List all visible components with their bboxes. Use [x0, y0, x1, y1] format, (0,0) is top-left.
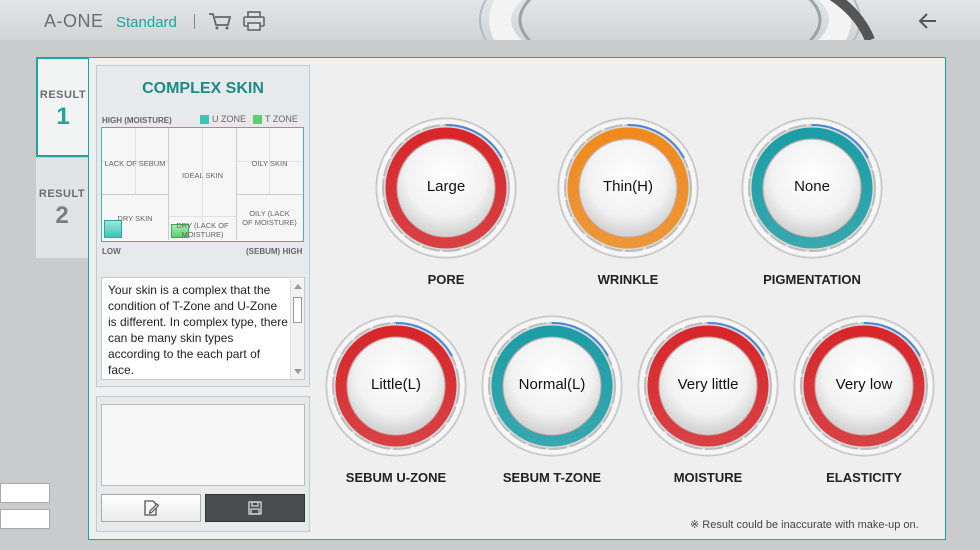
gauge-sebum-u-zone: Little(L): [324, 314, 468, 458]
tab-number: 1: [56, 103, 70, 130]
axis-label-top: HIGH (MOISTURE): [102, 116, 172, 125]
legend-label: U ZONE: [212, 114, 247, 124]
cell-ideal-skin: IDEAL SKIN: [182, 171, 223, 180]
header-divider: [194, 14, 195, 29]
tab-result-2[interactable]: RESULT 2: [36, 158, 88, 258]
cell-lack-of-sebum: LACK OF SEBUM: [104, 159, 166, 168]
makeup-disclaimer: ※ Result could be inaccurate with make-u…: [690, 519, 919, 531]
skin-description: Your skin is a complex that the conditio…: [108, 283, 288, 377]
side-input-1[interactable]: [0, 483, 50, 503]
device-graphic-icon: [479, 0, 875, 40]
brand-edition: Standard: [116, 14, 177, 31]
brand-name: A-ONE: [44, 11, 104, 31]
gauge-moisture: Very little: [636, 314, 780, 458]
save-icon: [248, 501, 262, 515]
save-memo-button[interactable]: [205, 494, 305, 522]
skin-type-title: COMPLEX SKIN: [142, 80, 264, 97]
gauge-value: Very little: [677, 376, 739, 393]
gauge-label-elasticity: ELASTICITY: [826, 470, 902, 485]
cell-oily-lack-line1: OILY (LACK: [249, 209, 290, 218]
tab-label: RESULT: [38, 188, 86, 200]
header-bar: A-ONE Standard: [0, 0, 980, 40]
gauge-sebum-t-zone: Normal(L): [480, 314, 624, 458]
legend-t-zone: T ZONE: [253, 114, 298, 124]
gauge-label-sebum-u-zone: SEBUM U-ZONE: [345, 470, 447, 485]
memo-input[interactable]: [101, 404, 305, 486]
skin-description-box[interactable]: Your skin is a complex that the conditio…: [101, 277, 305, 380]
gauge-value: None: [794, 178, 830, 195]
back-arrow-icon[interactable]: [918, 11, 938, 31]
skin-type-matrix: LACK OF SEBUM IDEAL SKIN OILY SKIN DRY S…: [101, 127, 304, 242]
gauge-label-pore: PORE: [427, 272, 465, 287]
edit-icon: [144, 500, 160, 516]
print-icon[interactable]: [242, 11, 266, 31]
legend-u-zone: U ZONE: [200, 114, 246, 124]
gauge-wrinkle: Thin(H): [556, 116, 700, 260]
axis-label-right: (SEBUM) HIGH: [246, 247, 303, 256]
cell-dry-lack-line1: DRY (LACK OF: [176, 221, 229, 230]
tab-result-1[interactable]: RESULT 1: [36, 57, 88, 157]
gauge-value: Normal(L): [518, 376, 586, 393]
cell-oily-skin: OILY SKIN: [251, 159, 288, 168]
side-input-2[interactable]: [0, 509, 50, 529]
gauge-value: Large: [426, 178, 466, 195]
cell-oily-lack-line2: OF MOISTURE): [242, 218, 297, 227]
gauge-pigmentation: None: [740, 116, 884, 260]
tab-number: 2: [55, 202, 69, 229]
gauge-elasticity: Very low: [792, 314, 936, 458]
description-scrollbar[interactable]: [290, 279, 304, 379]
edit-memo-button[interactable]: [101, 494, 201, 522]
gauge-value: Thin(H): [602, 178, 653, 195]
tab-label: RESULT: [39, 89, 87, 101]
gauge-label-sebum-t-zone: SEBUM T-ZONE: [502, 470, 602, 485]
cell-dry-skin: DRY SKIN: [117, 214, 153, 223]
axis-label-low: LOW: [102, 247, 121, 256]
gauge-pore: Large: [374, 116, 518, 260]
cart-icon[interactable]: [208, 12, 232, 30]
gauge-value: Very low: [835, 376, 893, 393]
scroll-down-icon[interactable]: [294, 369, 302, 374]
legend-label: T ZONE: [265, 114, 298, 124]
gauge-label-pigmentation: PIGMENTATION: [763, 272, 861, 287]
gauge-label-wrinkle: WRINKLE: [597, 272, 659, 287]
cell-dry-lack-line2: MOISTURE): [181, 230, 224, 239]
gauge-value: Little(L): [370, 376, 422, 393]
scroll-thumb[interactable]: [293, 297, 302, 323]
scroll-up-icon[interactable]: [294, 284, 302, 289]
gauge-label-moisture: MOISTURE: [673, 470, 743, 485]
